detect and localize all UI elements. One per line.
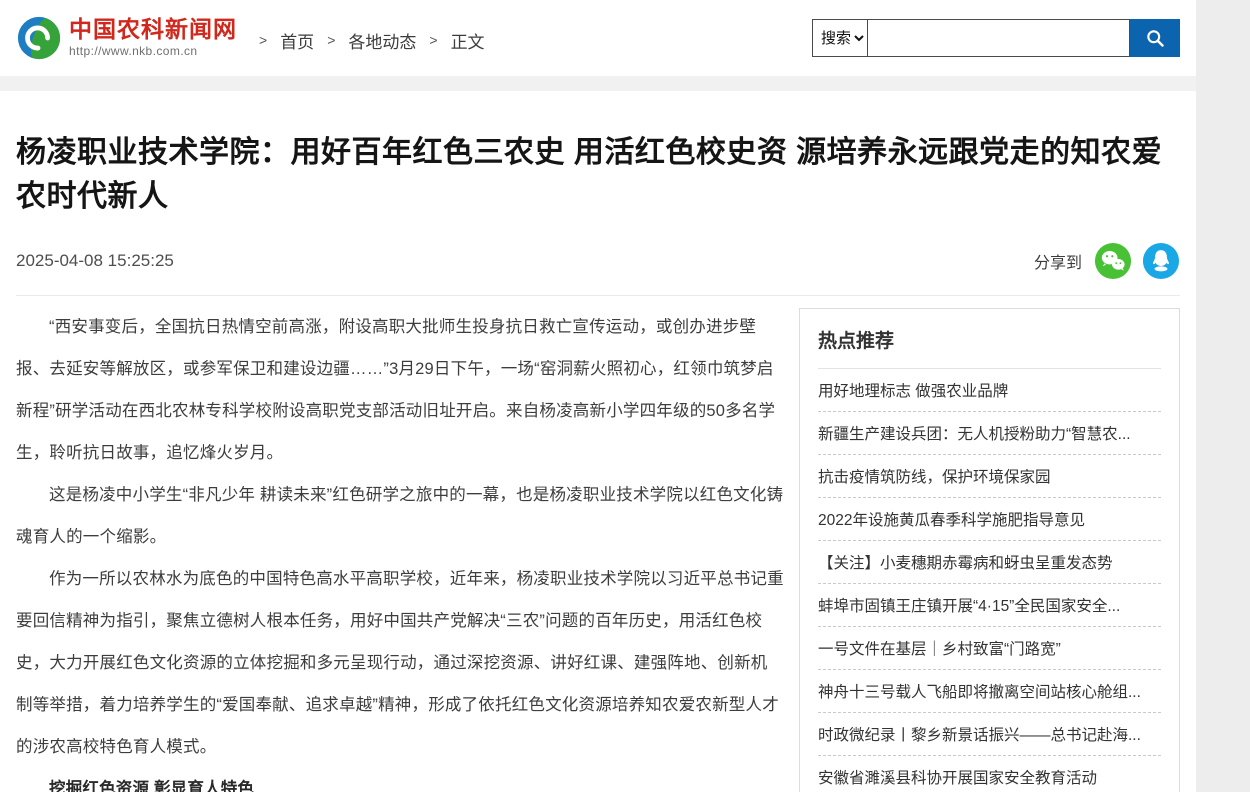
- article-paragraph: 作为一所以农林水为底色的中国特色高水平高职学校，近年来，杨凌职业技术学院以习近平…: [16, 558, 784, 768]
- qq-share-icon[interactable]: [1142, 242, 1180, 280]
- search-input[interactable]: [868, 19, 1130, 57]
- search-icon: [1145, 28, 1166, 49]
- site-url: http://www.nkb.com.cn: [69, 44, 237, 58]
- article-paragraph: 这是杨凌中小学生“非凡少年 耕读未来”红色研学之旅中的一幕，也是杨凌职业技术学院…: [16, 474, 784, 558]
- search-scope-select[interactable]: 搜索: [812, 19, 868, 57]
- list-item[interactable]: 用好地理标志 做强农业品牌: [818, 369, 1161, 412]
- wechat-share-icon[interactable]: [1094, 242, 1132, 280]
- main-content: 杨凌职业技术学院：用好百年红色三农史 用活红色校史资 源培养永远跟党走的知农爱农…: [0, 131, 1196, 792]
- breadcrumb-home[interactable]: 首页: [280, 28, 314, 53]
- breadcrumb-current: 正文: [451, 28, 485, 53]
- list-item[interactable]: 2022年设施黄瓜春季科学施肥指导意见: [818, 498, 1161, 541]
- list-item[interactable]: 一号文件在基层｜乡村致富“门路宽”: [818, 627, 1161, 670]
- list-item[interactable]: 蚌埠市固镇王庄镇开展“4·15”全民国家安全...: [818, 584, 1161, 627]
- header-divider-band: [0, 76, 1196, 91]
- hot-recommendations-title: 热点推荐: [818, 309, 1161, 369]
- site-logo[interactable]: 中国农科新闻网 http://www.nkb.com.cn: [16, 15, 237, 61]
- hot-recommendations-panel: 热点推荐 用好地理标志 做强农业品牌 新疆生产建设兵团：无人机授粉助力“智慧农.…: [799, 308, 1180, 792]
- list-item[interactable]: 新疆生产建设兵团：无人机授粉助力“智慧农...: [818, 412, 1161, 455]
- breadcrumb-section[interactable]: 各地动态: [348, 28, 416, 53]
- site-logo-icon: [16, 15, 62, 61]
- share-label: 分享到: [1034, 249, 1082, 273]
- content-columns: “西安事变后，全国抗日热情空前高涨，附设高职大批师生投身抗日救亡宣传运动，或创办…: [16, 296, 1180, 792]
- list-item[interactable]: 时政微纪录丨黎乡新景话振兴——总书记赴海...: [818, 713, 1161, 756]
- site-logo-text: 中国农科新闻网 http://www.nkb.com.cn: [69, 18, 237, 57]
- article-meta-row: 2025-04-08 15:25:25 分享到: [16, 242, 1180, 280]
- article-paragraph: “西安事变后，全国抗日热情空前高涨，附设高职大批师生投身抗日救亡宣传运动，或创办…: [16, 306, 784, 474]
- hot-recommendations-list: 用好地理标志 做强农业品牌 新疆生产建设兵团：无人机授粉助力“智慧农... 抗击…: [818, 369, 1161, 792]
- list-item[interactable]: 安徽省濉溪县科协开展国家安全教育活动: [818, 756, 1161, 792]
- search-box: 搜索: [812, 19, 1180, 57]
- list-item[interactable]: 抗击疫情筑防线，保护环境保家园: [818, 455, 1161, 498]
- search-button[interactable]: [1130, 19, 1180, 57]
- share-bar: 分享到: [1034, 242, 1180, 280]
- breadcrumb-separator: >: [259, 32, 267, 48]
- page: 中国农科新闻网 http://www.nkb.com.cn > 首页 > 各地动…: [0, 0, 1196, 792]
- article-title: 杨凌职业技术学院：用好百年红色三农史 用活红色校史资 源培养永远跟党走的知农爱农…: [16, 131, 1180, 218]
- breadcrumb: > 首页 > 各地动态 > 正文: [259, 28, 485, 53]
- site-title: 中国农科新闻网: [69, 18, 237, 42]
- article-date: 2025-04-08 15:25:25: [16, 251, 174, 271]
- list-item[interactable]: 【关注】小麦穗期赤霉病和蚜虫呈重发态势: [818, 541, 1161, 584]
- article-body: “西安事变后，全国抗日热情空前高涨，附设高职大批师生投身抗日救亡宣传运动，或创办…: [16, 296, 784, 792]
- article-subheading: 挖掘红色资源 彰显育人特色: [16, 768, 784, 792]
- breadcrumb-separator: >: [327, 32, 335, 48]
- site-header: 中国农科新闻网 http://www.nkb.com.cn > 首页 > 各地动…: [0, 0, 1196, 76]
- list-item[interactable]: 神舟十三号载人飞船即将撤离空间站核心舱组...: [818, 670, 1161, 713]
- breadcrumb-separator: >: [429, 32, 437, 48]
